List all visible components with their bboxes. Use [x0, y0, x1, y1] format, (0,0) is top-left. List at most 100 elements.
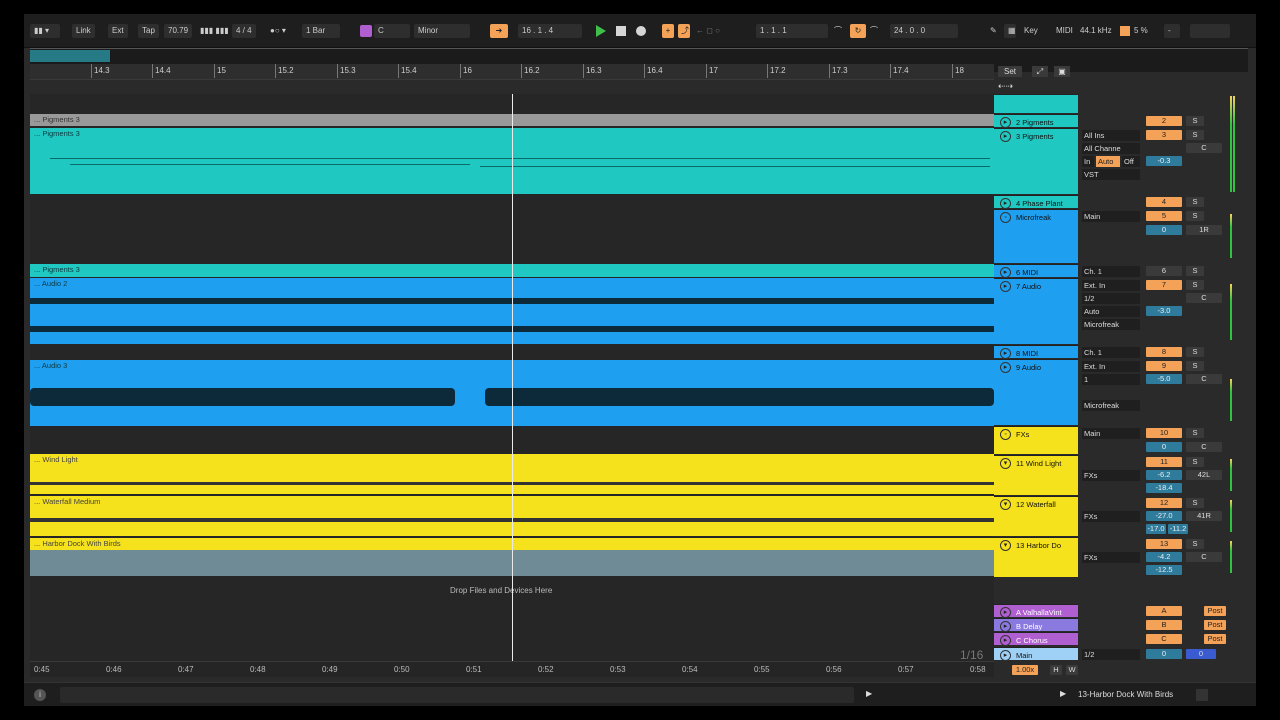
output-select[interactable]: Main — [1082, 428, 1140, 439]
device-select[interactable]: Microfreak — [1082, 319, 1140, 330]
stop-icon[interactable] — [616, 26, 626, 36]
set-button[interactable]: Set — [998, 66, 1022, 77]
main-pan[interactable]: 0 — [1186, 649, 1216, 659]
play-icon[interactable] — [596, 25, 606, 37]
track-activator[interactable]: 2 — [1146, 116, 1182, 126]
track-activator[interactable]: 9 — [1146, 361, 1182, 371]
overdub-icon[interactable]: + — [662, 24, 674, 38]
scale-select[interactable]: Minor — [414, 24, 470, 38]
midi-map-button[interactable]: MIDI — [1056, 24, 1073, 38]
main-output-select[interactable]: 1/2 — [1082, 649, 1140, 660]
track-activator[interactable]: 4 — [1146, 197, 1182, 207]
pan-field[interactable]: 41R — [1186, 511, 1222, 521]
pre-post-toggle[interactable]: Post — [1204, 620, 1226, 630]
time-ruler[interactable]: 0:45 0:46 0:47 0:48 0:49 0:50 0:51 0:52 … — [30, 661, 994, 677]
ext-sync-button[interactable]: Ext — [108, 24, 128, 38]
group-icon[interactable]: ◦ — [1000, 429, 1011, 440]
pan-field[interactable]: C — [1186, 374, 1222, 384]
fold-icon[interactable]: ▸ — [1000, 117, 1011, 128]
fold-icon[interactable]: ▸ — [1000, 131, 1011, 142]
device-select[interactable]: VST — [1082, 169, 1140, 180]
output-select[interactable]: Main — [1082, 211, 1140, 222]
tempo-field[interactable]: 70.79 — [164, 24, 193, 38]
height-button[interactable]: H — [1050, 665, 1062, 675]
key-map-button[interactable]: Key — [1024, 24, 1038, 38]
play-arrow-icon[interactable]: ▶ — [866, 689, 872, 698]
volume-field[interactable]: -3.0 — [1146, 306, 1182, 316]
fold-icon[interactable]: ▸ — [1000, 650, 1011, 661]
nav-arrows-icon[interactable]: ⇠⇢ — [998, 81, 1013, 92]
solo-button[interactable]: S — [1186, 539, 1204, 549]
fold-icon[interactable]: ▸ — [1000, 267, 1011, 278]
zoom-level[interactable]: 1.00x — [1012, 665, 1038, 675]
track-header[interactable]: ▸ 3 Pigments — [994, 128, 1078, 194]
solo-button[interactable]: S — [1186, 116, 1204, 126]
fold-icon[interactable]: ▸ — [1000, 621, 1011, 632]
return-track-header[interactable]: ▸ A ValhallaVint — [994, 604, 1078, 618]
return-activator[interactable]: B — [1146, 620, 1182, 630]
input-channel-select[interactable]: All Channe — [1082, 143, 1140, 154]
device-select[interactable]: Microfreak — [1082, 400, 1140, 411]
fold-icon[interactable]: ▾ — [1000, 499, 1011, 510]
fold-icon[interactable]: ▾ — [1000, 540, 1011, 551]
key-root-select[interactable]: C — [374, 24, 410, 38]
fold-icon[interactable]: ▸ — [1000, 362, 1011, 373]
fold-icon[interactable]: ▸ — [1000, 281, 1011, 292]
solo-button[interactable]: S — [1186, 266, 1204, 276]
tap-tempo-button[interactable]: Tap — [138, 24, 159, 38]
expand-arrow-icon[interactable]: ▶ — [1060, 689, 1066, 698]
link-button[interactable]: Link — [72, 24, 95, 38]
return-track-header[interactable]: ▸ B Delay — [994, 618, 1078, 632]
volume-field[interactable]: -27.0 — [1146, 511, 1182, 521]
monitor-off[interactable]: Off — [1122, 156, 1140, 167]
draw-mode-icon[interactable]: ✎ — [990, 24, 997, 38]
return-activator[interactable]: C — [1146, 634, 1182, 644]
beat-ruler[interactable]: 14.3 14.4 15 15.2 15.3 15.4 16 16.2 16.3… — [30, 64, 994, 80]
time-signature[interactable]: 4 / 4 — [232, 24, 256, 38]
volume-field[interactable]: -4.2 — [1146, 552, 1182, 562]
input-type-select[interactable]: Ext. In — [1082, 361, 1140, 372]
track-activator[interactable]: 8 — [1146, 347, 1182, 357]
input-channel-select[interactable]: 1 — [1082, 374, 1140, 385]
midi-channel-select[interactable]: Ch. 1 — [1082, 266, 1140, 277]
scale-icon[interactable] — [360, 25, 372, 37]
monitor-select[interactable]: Auto — [1082, 306, 1140, 317]
track-header[interactable]: ▾ 11 Wind Light — [994, 455, 1078, 495]
solo-button[interactable]: S — [1186, 428, 1204, 438]
track-header[interactable]: ▸ 6 MIDI — [994, 264, 1078, 278]
track-activator[interactable]: 3 — [1146, 130, 1182, 140]
metronome-icon[interactable]: ●○ ▾ — [270, 24, 286, 38]
track-header[interactable]: ◦ FXs — [994, 426, 1078, 454]
song-position[interactable]: 16 . 1 . 4 — [518, 24, 582, 38]
track-activator[interactable]: 11 — [1146, 457, 1182, 467]
main-track-header[interactable]: ▸ Main — [994, 647, 1078, 661]
fold-icon[interactable]: ▾ — [1000, 458, 1011, 469]
expand-icon[interactable]: ⤢ — [1032, 66, 1048, 77]
punch-in-icon[interactable]: ⌒ — [834, 24, 842, 38]
input-type-select[interactable]: Ext. In — [1082, 280, 1140, 291]
fold-icon[interactable]: ▸ — [1000, 198, 1011, 209]
solo-button[interactable]: S — [1186, 347, 1204, 357]
solo-button[interactable]: S — [1186, 280, 1204, 290]
pre-post-toggle[interactable]: Post — [1204, 634, 1226, 644]
punch-out-icon[interactable]: ⌒ — [870, 24, 878, 38]
input-channel-select[interactable]: 1/2 — [1082, 293, 1140, 304]
pan-field[interactable]: C — [1186, 552, 1222, 562]
midi-channel-select[interactable]: Ch. 1 — [1082, 347, 1140, 358]
nudge-icon[interactable]: ▮▮▮ ▮▮▮ — [200, 24, 229, 38]
automation-arm-icon[interactable]: ⤴ — [678, 24, 690, 38]
output-select[interactable]: FXs — [1082, 552, 1140, 563]
track-header[interactable] — [994, 94, 1078, 113]
output-select[interactable]: FXs — [1082, 511, 1140, 522]
playhead[interactable] — [512, 94, 513, 664]
follow-icon[interactable]: ➔ — [490, 24, 508, 38]
pan-field[interactable]: 42L — [1186, 470, 1222, 480]
computer-keyboard-icon[interactable]: ▦ — [1004, 24, 1016, 38]
send-field[interactable]: 0 — [1146, 225, 1182, 235]
solo-button[interactable]: S — [1186, 457, 1204, 467]
pan-field[interactable]: C — [1186, 293, 1222, 303]
volume-field[interactable]: -5.0 — [1146, 374, 1182, 384]
solo-button[interactable]: S — [1186, 498, 1204, 508]
fold-icon[interactable]: ▸ — [1000, 607, 1011, 618]
quantize-select[interactable]: 1 Bar — [302, 24, 340, 38]
